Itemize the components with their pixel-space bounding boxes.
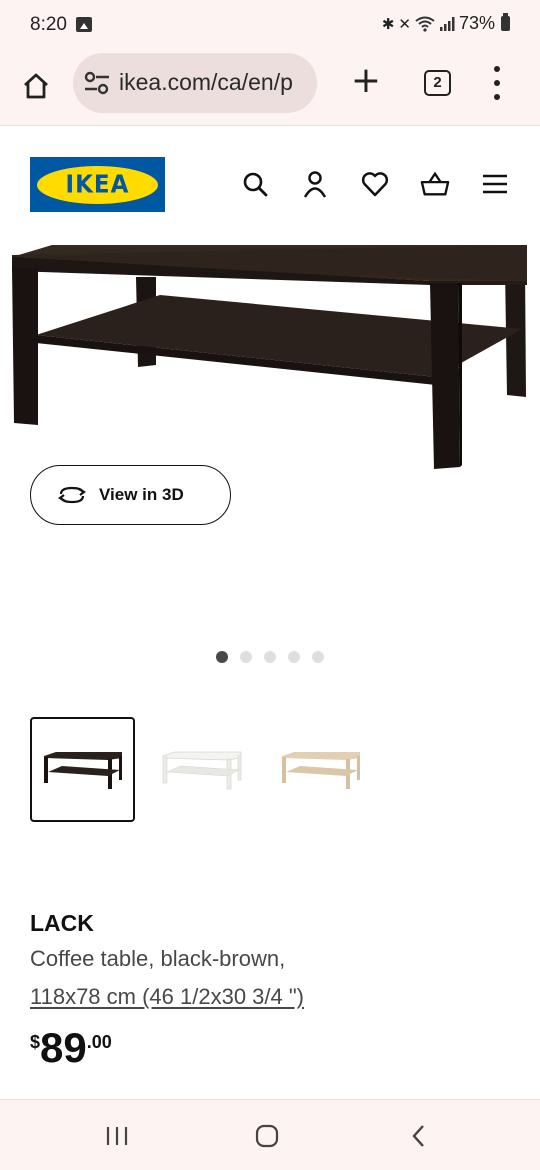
url-text[interactable]: ikea.com/ca/en/p (119, 69, 293, 96)
carousel-dot[interactable] (312, 651, 324, 663)
variant-white[interactable] (149, 717, 254, 822)
bluetooth-icon: ✱ (381, 14, 395, 33)
hamburger-menu-icon[interactable] (480, 169, 510, 199)
signal-icon (439, 16, 455, 31)
view-in-3d-button[interactable]: View in 3D (30, 465, 231, 525)
site-header: IKEA (0, 127, 540, 237)
price-currency: $ (30, 1032, 41, 1052)
carousel-dot[interactable] (264, 651, 276, 663)
address-bar[interactable]: ikea.com/ca/en/p (73, 53, 317, 113)
browser-toolbar: ikea.com/ca/en/p + 2 (0, 50, 540, 126)
battery-icon (501, 13, 510, 31)
status-icons: ✱ ✕ 73% (382, 13, 510, 34)
carousel-dot[interactable] (288, 651, 300, 663)
home-nav-icon[interactable] (252, 1122, 282, 1150)
home-icon (24, 73, 48, 99)
variant-thumbnail (43, 751, 122, 789)
variant-white-stained-oak[interactable] (268, 717, 373, 822)
carousel-dot[interactable] (240, 651, 252, 663)
home-button[interactable] (18, 68, 54, 104)
account-icon[interactable] (300, 169, 330, 199)
variant-thumbnail (281, 751, 360, 789)
price-cents: .00 (86, 1032, 112, 1052)
heart-icon[interactable] (360, 169, 390, 199)
variant-thumbnail (162, 751, 241, 789)
image-carousel-dots (216, 651, 324, 663)
new-tab-icon[interactable]: + (348, 63, 384, 101)
color-variants (30, 717, 387, 822)
product-size-link[interactable]: 118x78 cm (46 1/2x30 3/4 ") (30, 984, 304, 1010)
carousel-dot[interactable] (216, 651, 228, 663)
back-icon[interactable] (404, 1122, 434, 1150)
mute-icon: ✕ (398, 14, 411, 33)
site-settings-icon[interactable] (83, 70, 111, 96)
product-description: Coffee table, black-brown, (30, 946, 286, 971)
product-name: LACK (30, 910, 94, 936)
tabs-button[interactable]: 2 (424, 70, 451, 96)
recent-apps-icon[interactable] (102, 1122, 132, 1150)
ikea-logo[interactable]: IKEA (30, 157, 165, 212)
battery-percent: 73% (458, 13, 495, 33)
status-bar: 8:20 ✱ ✕ 73% (0, 0, 540, 50)
view-in-3d-label: View in 3D (99, 485, 184, 504)
rotate-3d-icon (58, 486, 86, 504)
gallery-icon (76, 17, 92, 32)
product-price: $ 89 .00 (30, 1024, 112, 1072)
price-whole: 89 (40, 1024, 87, 1071)
variant-black-brown[interactable] (30, 717, 135, 822)
more-icon[interactable] (490, 66, 504, 100)
system-nav-bar (0, 1099, 540, 1170)
wifi-icon (415, 16, 435, 32)
product-main-image[interactable] (0, 237, 540, 477)
logo-text: IKEA (65, 170, 130, 199)
status-time: 8:20 (30, 14, 67, 35)
shopping-basket-icon[interactable] (420, 169, 450, 199)
search-icon[interactable] (240, 169, 270, 199)
